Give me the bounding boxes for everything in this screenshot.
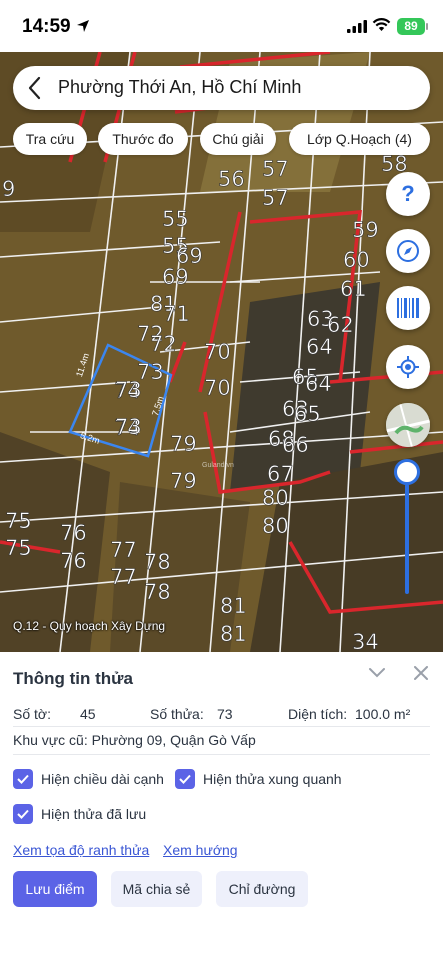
- compass-icon: [397, 240, 419, 262]
- plot-number: 77: [110, 565, 137, 590]
- directions-button[interactable]: Chỉ đường: [216, 871, 308, 907]
- my-location-button[interactable]: [386, 345, 430, 389]
- plot-number: 81: [220, 622, 247, 647]
- checkbox-label: Hiện thửa đã lưu: [41, 806, 147, 822]
- map-view[interactable]: 56 57 57 58 55 55 69 59 60 61 69 81 71 6…: [0, 52, 443, 652]
- chevron-down-icon[interactable]: [368, 667, 386, 679]
- checkbox-label: Hiện thửa xung quanh: [203, 771, 342, 787]
- close-icon[interactable]: [414, 666, 428, 680]
- checkbox-label: Hiện chiều dài cạnh: [41, 771, 164, 787]
- compass-button[interactable]: [386, 229, 430, 273]
- old-area-text: Khu vực cũ: Phường 09, Quận Gò Vấp: [13, 732, 256, 748]
- chip-chu-giai[interactable]: Chú giải: [200, 123, 276, 155]
- barcode-icon: [397, 298, 419, 318]
- selected-parcel-number: 73: [115, 415, 142, 440]
- chip-lop-quy-hoach[interactable]: Lớp Q.Hoạch (4): [289, 123, 430, 155]
- view-boundary-coordinates-link[interactable]: Xem tọa độ ranh thửa: [13, 842, 149, 858]
- plot-number: 71: [163, 302, 190, 327]
- plot-number: 81: [220, 594, 247, 619]
- share-code-button[interactable]: Mã chia sẻ: [111, 871, 202, 907]
- plot-number: 65: [294, 402, 321, 427]
- plot-number: 67: [267, 462, 294, 487]
- map-watermark: Guland.vn: [202, 462, 234, 469]
- plot-number: 75: [5, 509, 32, 534]
- plot-number: 75: [5, 536, 32, 561]
- map-layer-caption: Q.12 - Quy hoạch Xây Dựng: [13, 619, 166, 633]
- plot-number: 76: [60, 549, 87, 574]
- dien-tich-value: 100.0 m²: [355, 706, 411, 722]
- plot-number: 69: [162, 265, 189, 290]
- status-bar: 14:59 89: [0, 0, 443, 52]
- battery-cap: [426, 23, 428, 30]
- so-thua-label: Số thửa:: [150, 706, 204, 722]
- back-arrow-icon[interactable]: [27, 76, 41, 100]
- plot-number: 66: [282, 433, 309, 458]
- plot-number: 57: [262, 186, 289, 211]
- chip-tra-cuu[interactable]: Tra cứu: [13, 123, 87, 155]
- plot-number: 80: [262, 486, 289, 511]
- zoom-slider-handle[interactable]: [394, 459, 420, 485]
- plot-number: 64: [305, 372, 332, 397]
- checkbox-checked-icon[interactable]: [175, 769, 195, 789]
- battery-indicator: 89: [397, 18, 425, 35]
- plot-number: 78: [144, 580, 171, 605]
- crosshair-location-icon: [397, 356, 419, 378]
- plot-number: 78: [144, 550, 171, 575]
- help-button[interactable]: ?: [386, 172, 430, 216]
- view-direction-link[interactable]: Xem hướng: [163, 842, 238, 858]
- plot-number: 64: [306, 335, 333, 360]
- so-to-label: Số tờ:: [13, 706, 51, 722]
- plot-number: 59: [352, 218, 379, 243]
- save-point-button[interactable]: Lưu điểm: [13, 871, 97, 907]
- plot-number: 61: [340, 277, 367, 302]
- parcel-info-row: Số tờ: 45 Số thửa: 73 Diện tích: 100.0 m…: [13, 706, 430, 724]
- plot-number: 77: [110, 538, 137, 563]
- plot-number: 79: [170, 432, 197, 457]
- help-icon: ?: [401, 181, 415, 206]
- plot-number: 60: [343, 248, 370, 273]
- plot-number: 34: [352, 630, 379, 652]
- map-thumbnail-icon: [386, 403, 430, 447]
- sheet-title: Thông tin thửa: [13, 669, 133, 688]
- selected-parcel-number: 73: [115, 378, 142, 403]
- checkbox-thua-da-luu[interactable]: Hiện thửa đã lưu: [13, 804, 146, 824]
- zoom-slider-track[interactable]: [405, 484, 409, 594]
- divider: [13, 754, 430, 755]
- barcode-scan-button[interactable]: [386, 286, 430, 330]
- checkbox-checked-icon[interactable]: [13, 769, 33, 789]
- plot-number: 80: [262, 514, 289, 539]
- plot-number: 57: [262, 157, 289, 182]
- plot-number: 70: [204, 376, 231, 401]
- search-location-text[interactable]: Phường Thới An, Hồ Chí Minh: [58, 77, 301, 98]
- wifi-icon: [372, 18, 391, 31]
- location-search-bar[interactable]: Phường Thới An, Hồ Chí Minh: [13, 66, 430, 110]
- plot-number: 70: [204, 340, 231, 365]
- so-to-value: 45: [80, 706, 96, 722]
- status-time: 14:59: [22, 16, 71, 37]
- plot-number: 76: [60, 521, 87, 546]
- chip-thuoc-do[interactable]: Thước đo: [98, 123, 188, 155]
- plot-number: 9: [2, 177, 16, 202]
- so-thua-value: 73: [217, 706, 233, 722]
- parcel-info-sheet: Thông tin thửa Số tờ: 45 Số thửa: 73 Diệ…: [0, 652, 443, 960]
- location-arrow-icon: [77, 20, 89, 32]
- plot-number: 79: [170, 469, 197, 494]
- plot-number: 62: [327, 313, 354, 338]
- dien-tich-label: Diện tích:: [288, 706, 348, 722]
- plot-number: 72: [150, 332, 177, 357]
- checkbox-checked-icon[interactable]: [13, 804, 33, 824]
- plot-number: 55: [162, 207, 189, 232]
- map-layer-toggle-button[interactable]: [386, 403, 430, 447]
- plot-number: 56: [218, 167, 245, 192]
- checkbox-chieu-dai-canh[interactable]: Hiện chiều dài cạnh: [13, 769, 164, 789]
- checkbox-thua-xung-quanh[interactable]: Hiện thửa xung quanh: [175, 769, 342, 789]
- cellular-signal-icon: [347, 20, 367, 33]
- divider: [13, 726, 430, 727]
